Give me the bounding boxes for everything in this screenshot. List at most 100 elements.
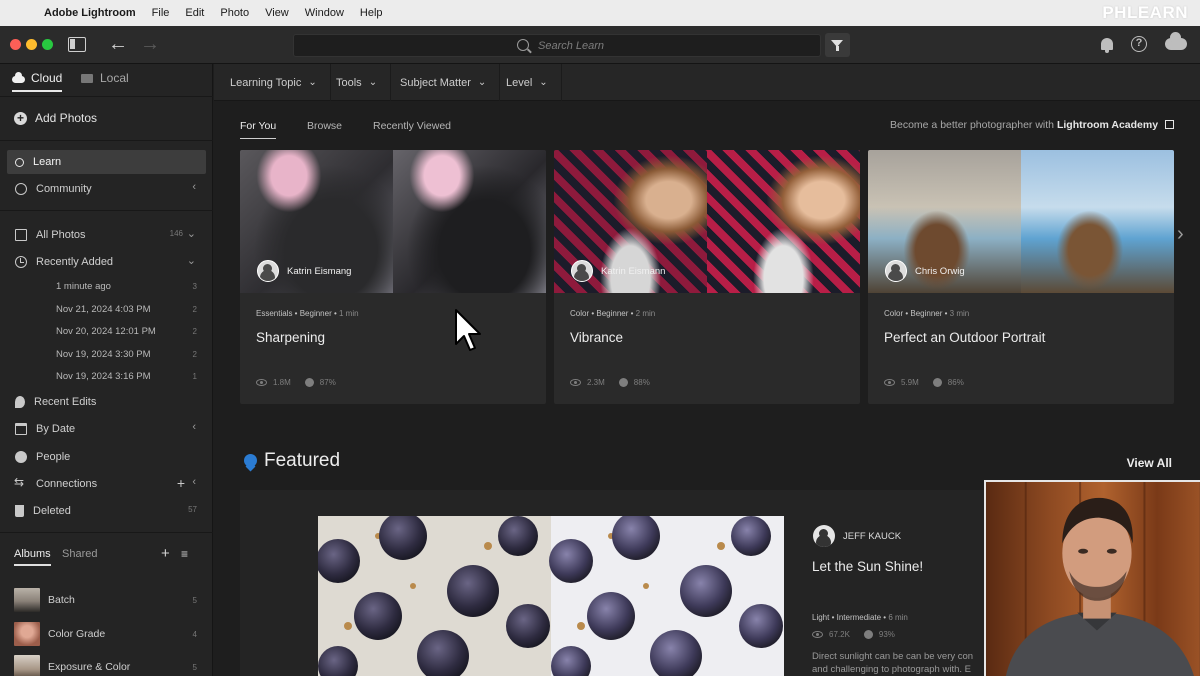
recent-group[interactable]: Nov 21, 2024 4:03 PM 2 xyxy=(56,299,206,319)
filter-button[interactable] xyxy=(825,33,850,57)
menu-help[interactable]: Help xyxy=(360,7,383,19)
view-all-link[interactable]: View All xyxy=(1127,456,1172,470)
dropdown-learning-topic[interactable]: Learning Topic ⌄ xyxy=(214,64,331,101)
sidebar-item-learn[interactable]: Learn xyxy=(7,150,206,174)
author-name: JEFF KAUCK xyxy=(843,530,902,542)
chevron-right-icon[interactable]: › xyxy=(1177,223,1184,246)
mac-menubar: Adobe Lightroom File Edit Photo View Win… xyxy=(0,0,1200,26)
featured-tutorial-title[interactable]: Let the Sun Shine! xyxy=(812,559,923,574)
rating-icon xyxy=(932,378,942,387)
add-connection-icon[interactable]: + xyxy=(177,475,185,491)
tab-shared[interactable]: Shared xyxy=(62,548,97,560)
chevron-left-icon[interactable]: ‹ xyxy=(192,421,196,433)
bell-icon[interactable] xyxy=(1101,38,1113,53)
sidebar-item-connections[interactable]: Connections + ‹ xyxy=(7,472,206,496)
dropdown-tools[interactable]: Tools ⌄ xyxy=(320,64,392,101)
academy-link[interactable]: Lightroom Academy xyxy=(1057,119,1158,131)
titlebar: ← → ? xyxy=(0,26,1200,64)
tab-recently-viewed[interactable]: Recently Viewed xyxy=(373,120,451,132)
album-label: Batch xyxy=(48,594,75,606)
external-link-icon[interactable] xyxy=(1165,120,1174,129)
panel-toggle-icon[interactable] xyxy=(68,37,86,52)
divider xyxy=(0,532,213,533)
tab-albums[interactable]: Albums xyxy=(14,548,51,566)
mouse-cursor-icon xyxy=(455,309,481,351)
card-author: Chris Orwig xyxy=(885,260,965,282)
sidebar-item-deleted[interactable]: Deleted 57 xyxy=(7,499,206,523)
forward-arrow-icon[interactable]: → xyxy=(140,33,160,56)
sidebar-item-people[interactable]: People xyxy=(7,445,206,469)
minimize-window-button[interactable] xyxy=(26,39,37,50)
back-arrow-icon[interactable]: ← xyxy=(108,33,128,56)
menu-photo[interactable]: Photo xyxy=(220,7,249,19)
recent-group[interactable]: Nov 19, 2024 3:16 PM 1 xyxy=(56,366,206,386)
chevron-down-icon[interactable]: ⌄ xyxy=(187,227,196,240)
eye-icon xyxy=(812,631,823,638)
menu-file[interactable]: File xyxy=(152,7,170,19)
dropdown-label: Level xyxy=(506,76,533,89)
card-duration: 3 min xyxy=(949,309,970,318)
dropdown-level[interactable]: Level ⌄ xyxy=(490,64,562,101)
trash-icon xyxy=(15,505,24,517)
album-item[interactable]: Exposure & Color 5 xyxy=(14,654,204,676)
globe-icon xyxy=(15,183,27,195)
add-album-icon[interactable]: + xyxy=(161,545,170,562)
menu-window[interactable]: Window xyxy=(305,7,344,19)
sidebar-item-community[interactable]: Community ‹ xyxy=(7,177,206,201)
sort-icon[interactable]: ≡ xyxy=(181,547,188,561)
card-author: Katrin Eismang xyxy=(257,260,351,282)
folder-icon xyxy=(81,73,93,83)
album-item[interactable]: Color Grade 4 xyxy=(14,621,204,647)
recent-group[interactable]: Nov 20, 2024 12:01 PM 2 xyxy=(56,321,206,341)
zoom-window-button[interactable] xyxy=(42,39,53,50)
sidebar-item-by-date[interactable]: By Date ‹ xyxy=(7,417,206,441)
presenter-webcam xyxy=(984,480,1200,676)
album-label: Color Grade xyxy=(48,628,106,640)
menu-edit[interactable]: Edit xyxy=(185,7,204,19)
close-window-button[interactable] xyxy=(10,39,21,50)
sidebar: Cloud Local + Add Photos Learn Community… xyxy=(0,64,213,676)
card-rating: 88% xyxy=(633,378,650,387)
source-tabs: Cloud Local xyxy=(0,64,213,96)
featured-thumbnail[interactable] xyxy=(318,516,784,676)
chevron-down-icon[interactable]: ⌄ xyxy=(187,254,196,267)
item-count: 2 xyxy=(192,349,197,359)
chevron-left-icon[interactable]: ‹ xyxy=(192,181,196,193)
sidebar-item-recent-edits[interactable]: Recent Edits xyxy=(7,390,206,414)
dropdown-subject-matter[interactable]: Subject Matter ⌄ xyxy=(384,64,501,101)
tab-for-you[interactable]: For You xyxy=(240,120,277,139)
chevron-left-icon[interactable]: ‹ xyxy=(192,476,196,488)
help-icon[interactable]: ? xyxy=(1131,36,1147,52)
search-input[interactable] xyxy=(538,37,738,55)
featured-meta: Light • Intermediate • 6 min xyxy=(812,613,908,622)
menu-app-name[interactable]: Adobe Lightroom xyxy=(44,7,136,19)
phlearn-watermark: PHLEARN xyxy=(1102,3,1188,22)
featured-title: Featured xyxy=(264,450,341,471)
recent-group[interactable]: 1 minute ago 3 xyxy=(56,276,206,296)
avatar xyxy=(571,260,593,282)
album-item[interactable]: Batch 5 xyxy=(14,587,204,613)
sidebar-item-label: Deleted xyxy=(33,505,71,517)
add-photos-button[interactable]: + Add Photos xyxy=(14,111,97,125)
menu-view[interactable]: View xyxy=(265,7,289,19)
search-box[interactable] xyxy=(293,34,821,57)
sidebar-item-recently-added[interactable]: Recently Added ⌄ xyxy=(7,250,206,274)
tab-local-label: Local xyxy=(100,71,129,85)
tab-cloud[interactable]: Cloud xyxy=(12,71,63,92)
tutorial-card[interactable]: Katrin Eismann Color • Beginner • 2 min … xyxy=(554,150,860,404)
tab-browse[interactable]: Browse xyxy=(307,120,342,132)
card-level: Color • Beginner • xyxy=(570,309,636,318)
item-count: 2 xyxy=(192,326,197,336)
featured-description: Direct sunlight can be can be very con a… xyxy=(812,650,988,676)
tutorial-card[interactable]: Chris Orwig Color • Beginner • 3 min Per… xyxy=(868,150,1174,404)
author-name: Chris Orwig xyxy=(915,265,965,277)
tab-local[interactable]: Local xyxy=(81,71,129,85)
tutorial-card[interactable]: Katrin Eismang Essentials • Beginner • 1… xyxy=(240,150,546,404)
recent-group[interactable]: Nov 19, 2024 3:30 PM 2 xyxy=(56,344,206,364)
featured-heading: Featured xyxy=(244,450,340,472)
item-count: 5 xyxy=(192,595,197,605)
sidebar-item-all-photos[interactable]: All Photos 146 ⌄ xyxy=(7,223,206,247)
plus-circle-icon: + xyxy=(14,111,27,125)
cloud-sync-icon[interactable] xyxy=(1165,32,1187,50)
sidebar-item-label: By Date xyxy=(36,423,76,435)
